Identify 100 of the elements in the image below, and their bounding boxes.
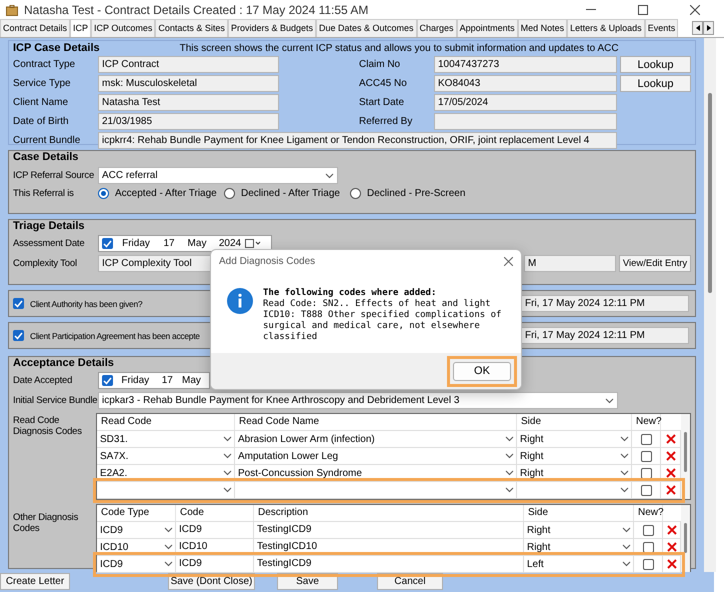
checkbox[interactable] xyxy=(640,484,652,496)
minimize-icon[interactable] xyxy=(586,9,596,11)
close-icon[interactable] xyxy=(690,5,700,15)
view-edit-button[interactable]: View/Edit Entry xyxy=(619,255,691,272)
calendar-icon[interactable] xyxy=(245,239,261,248)
lookup-button[interactable]: Lookup xyxy=(620,75,691,92)
lookup-button[interactable]: Lookup xyxy=(620,56,691,73)
tab[interactable]: ICP Outcomes xyxy=(91,19,156,37)
tab[interactable]: Charges xyxy=(416,19,457,37)
close-icon[interactable] xyxy=(504,256,513,266)
column-header: Side xyxy=(517,414,632,430)
chevron-down-icon[interactable] xyxy=(622,544,631,550)
text-field[interactable]: ICP Contract xyxy=(98,56,279,73)
chevron-down-icon[interactable] xyxy=(622,561,631,567)
chevron-down-icon[interactable] xyxy=(223,487,232,493)
text-field[interactable]: 21/03/1985 xyxy=(98,113,279,130)
chevron-down-icon[interactable] xyxy=(620,470,629,476)
field-label: Complexity Tool xyxy=(13,258,78,269)
chevron-down-icon[interactable] xyxy=(505,487,514,493)
table-cell: SD31. xyxy=(100,434,128,444)
radio-option[interactable]: Declined - After Triage xyxy=(224,188,350,199)
checkbox[interactable] xyxy=(640,434,652,444)
text-field[interactable]: 10047437273 xyxy=(434,56,617,73)
tab[interactable]: Providers & Budgets xyxy=(228,19,316,37)
text-field[interactable]: M xyxy=(524,255,616,272)
column-header: New? xyxy=(634,505,663,521)
delete-icon[interactable] xyxy=(666,542,676,552)
delete-icon[interactable] xyxy=(666,434,676,444)
checkbox[interactable] xyxy=(102,375,113,386)
checkbox[interactable] xyxy=(13,298,24,309)
checkbox[interactable] xyxy=(642,558,654,570)
scrollbar[interactable] xyxy=(681,414,690,499)
caret-right-icon[interactable] xyxy=(706,25,710,31)
chevron-down-icon[interactable] xyxy=(164,544,173,550)
dialog-text: ICD10: T888 Other specified complications of surgical and medical care, not elsewhere classified xyxy=(263,310,502,343)
table-cell: Right xyxy=(520,468,544,478)
delete-icon[interactable] xyxy=(666,485,676,495)
text-field[interactable]: KO84043 xyxy=(434,75,617,92)
date-field[interactable]: Fri, 17 May 2024 12:11 PM xyxy=(521,295,689,312)
delete-icon[interactable] xyxy=(666,451,676,461)
chevron-down-icon[interactable] xyxy=(605,398,614,404)
field-label: Contract Type xyxy=(13,59,76,70)
radio-option[interactable]: Accepted - After Triage xyxy=(98,188,224,199)
tab[interactable]: Appointments xyxy=(456,19,518,37)
text-field[interactable]: 17/05/2024 xyxy=(434,94,617,111)
tab[interactable]: ICP xyxy=(70,19,92,37)
checkbox[interactable] xyxy=(642,542,654,552)
tab[interactable]: Letters & Uploads xyxy=(567,19,645,37)
date-picker[interactable]: Friday 17 May 2024 xyxy=(98,235,272,252)
column-header: Read Code Name xyxy=(235,414,517,430)
dropdown[interactable]: icpkar3 - Rehab Bundle Payment for Knee Arthroscopy and Debridement Level 3 xyxy=(98,392,618,409)
tab[interactable]: Events xyxy=(644,19,678,37)
maximize-icon[interactable] xyxy=(638,5,648,15)
tab[interactable]: Med Notes xyxy=(518,19,568,37)
date-part: 17 xyxy=(160,375,174,386)
text-field[interactable]: Natasha Test xyxy=(98,94,279,111)
table-cell: ICD9 xyxy=(176,556,254,572)
info-text: This screen shows the current ICP status and allows you to submit information and updates to ACC xyxy=(180,43,619,54)
info-icon xyxy=(227,288,253,314)
text-field[interactable] xyxy=(434,113,617,130)
chevron-down-icon[interactable] xyxy=(164,561,173,567)
date-field[interactable]: Fri, 17 May 2024 12:11 PM xyxy=(521,327,689,344)
delete-icon[interactable] xyxy=(666,468,676,478)
tab[interactable]: Contract Details xyxy=(0,19,70,37)
chevron-down-icon[interactable] xyxy=(223,436,232,442)
chevron-down-icon[interactable] xyxy=(620,487,629,493)
radio-option[interactable]: Declined - Pre-Screen xyxy=(350,188,476,199)
footer-button[interactable]: Create Letter xyxy=(0,572,70,590)
tab[interactable]: Contacts & Sites xyxy=(155,19,228,37)
dropdown[interactable]: ACC referral xyxy=(98,167,338,184)
chevron-down-icon[interactable] xyxy=(622,527,631,533)
chevron-down-icon[interactable] xyxy=(620,453,629,459)
chevron-down-icon[interactable] xyxy=(505,453,514,459)
text-field[interactable]: msk: Musculoskeletal xyxy=(98,75,279,92)
column-header: Code xyxy=(176,505,254,521)
chevron-down-icon[interactable] xyxy=(223,470,232,476)
table-cell: Abrasion Lower Arm (infection) xyxy=(238,434,375,444)
checkbox[interactable] xyxy=(13,330,24,341)
delete-icon[interactable] xyxy=(666,559,676,569)
chevron-down-icon[interactable] xyxy=(164,527,173,533)
checkbox[interactable] xyxy=(642,524,654,536)
chevron-down-icon[interactable] xyxy=(505,436,514,442)
tab[interactable]: Due Dates & Outcomes xyxy=(316,19,417,37)
date-part: Friday xyxy=(121,238,151,249)
delete-icon[interactable] xyxy=(666,525,676,535)
chevron-down-icon[interactable] xyxy=(325,172,334,178)
checkbox[interactable] xyxy=(640,468,652,478)
checkbox[interactable] xyxy=(640,450,652,462)
date-picker[interactable]: Friday 17 May xyxy=(98,372,210,389)
checkbox[interactable] xyxy=(102,238,113,249)
field-label: Client Name xyxy=(13,97,70,108)
chevron-down-icon[interactable] xyxy=(223,453,232,459)
text-field[interactable]: icpkrr4: Rehab Bundle Payment for Knee Ligament or Tendon Reconstruction, ORIF, joint replacement Level 4 xyxy=(98,132,617,149)
ok-button[interactable]: OK xyxy=(453,362,511,380)
chevron-down-icon[interactable] xyxy=(620,436,629,442)
column-header: New? xyxy=(632,414,661,430)
field-label: Read Code Diagnosis Codes xyxy=(13,414,83,437)
scrollbar[interactable] xyxy=(704,38,716,572)
caret-left-icon[interactable] xyxy=(696,25,700,31)
chevron-down-icon[interactable] xyxy=(505,470,514,476)
